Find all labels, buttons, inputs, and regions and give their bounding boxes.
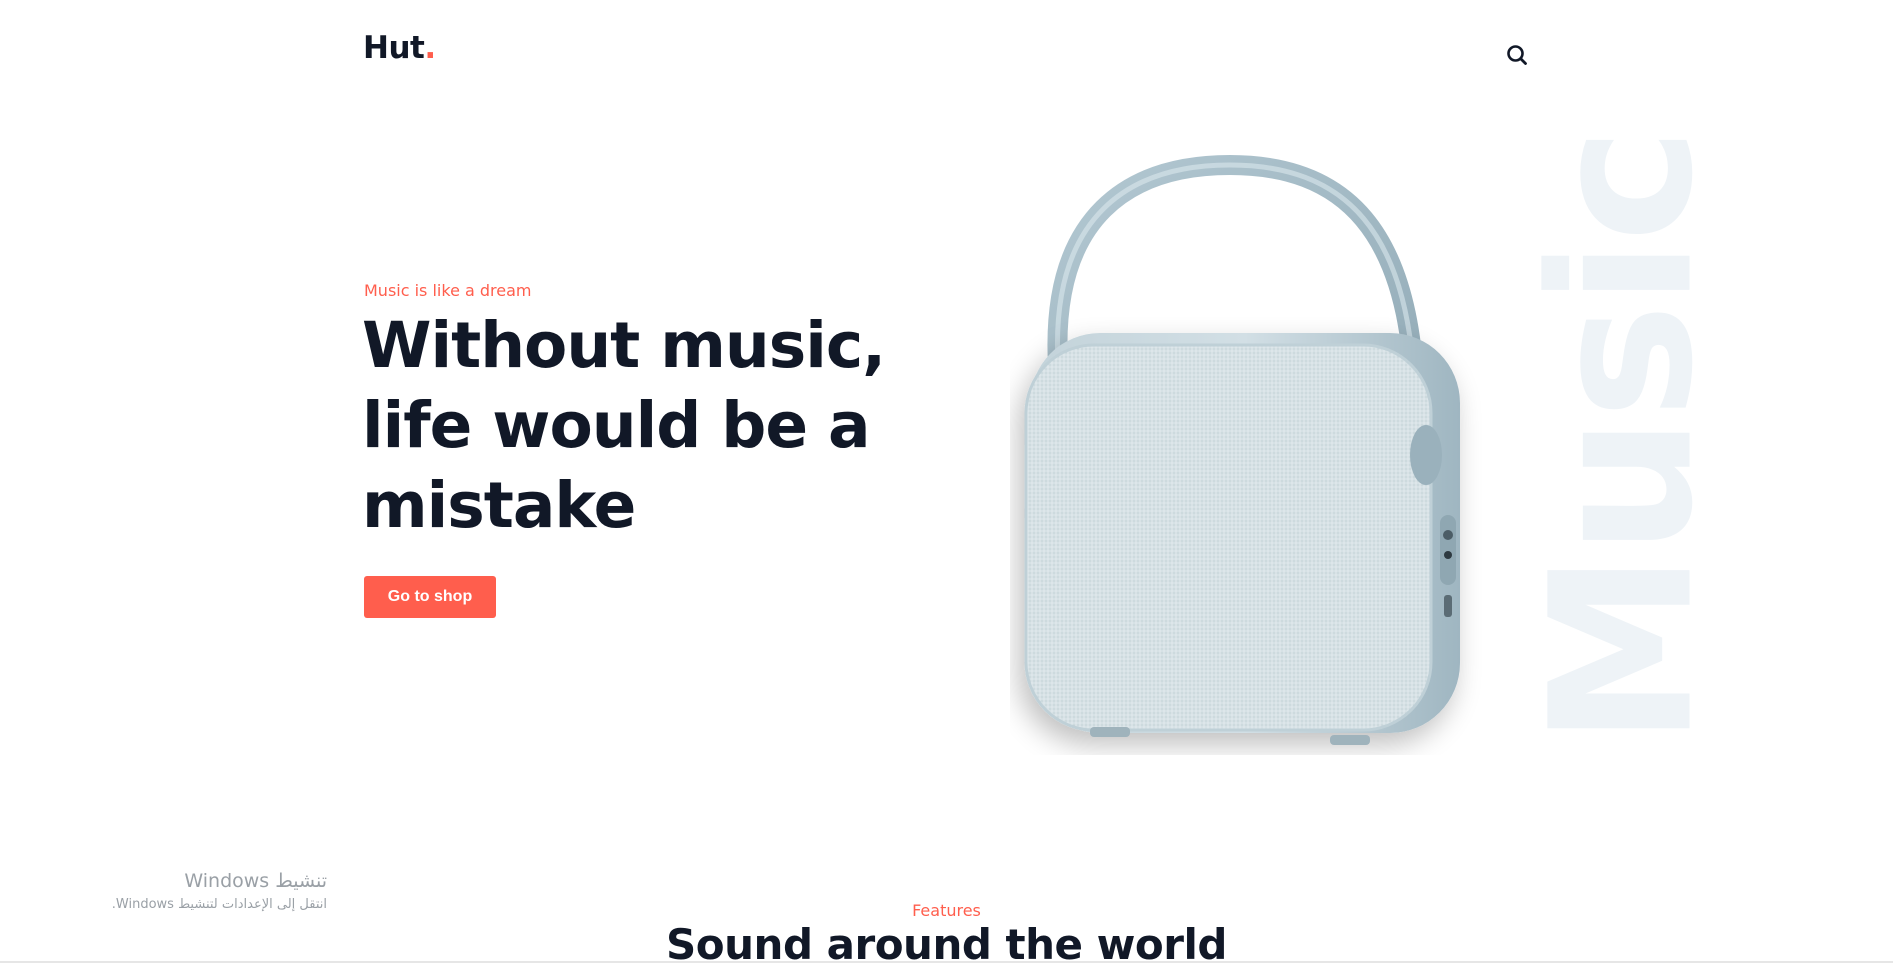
- portable-speaker-image: [1024, 155, 1460, 745]
- search-icon: [1507, 45, 1527, 65]
- hero-watermark: Music: [1508, 129, 1736, 747]
- page: Hut. Music Music is like a dream Without…: [0, 0, 1893, 963]
- features-subtitle: Features: [912, 901, 981, 920]
- brand-logo[interactable]: Hut.: [363, 33, 436, 64]
- hero-title-line-3: mistake: [362, 469, 636, 542]
- hero-title-line-1: Without music,: [362, 309, 886, 382]
- hero-title: Without music, life would be a mistake: [362, 306, 922, 546]
- logo-text: Hut: [363, 30, 425, 66]
- hero-title-line-2: life would be a: [362, 389, 871, 462]
- windows-activation-title: تنشيط Windows: [184, 870, 327, 892]
- search-button[interactable]: [1502, 40, 1532, 70]
- logo-dot: .: [424, 30, 436, 66]
- features-title: Sound around the world: [666, 920, 1227, 963]
- hero-subtitle: Music is like a dream: [364, 281, 532, 300]
- go-to-shop-button[interactable]: Go to shop: [364, 576, 496, 618]
